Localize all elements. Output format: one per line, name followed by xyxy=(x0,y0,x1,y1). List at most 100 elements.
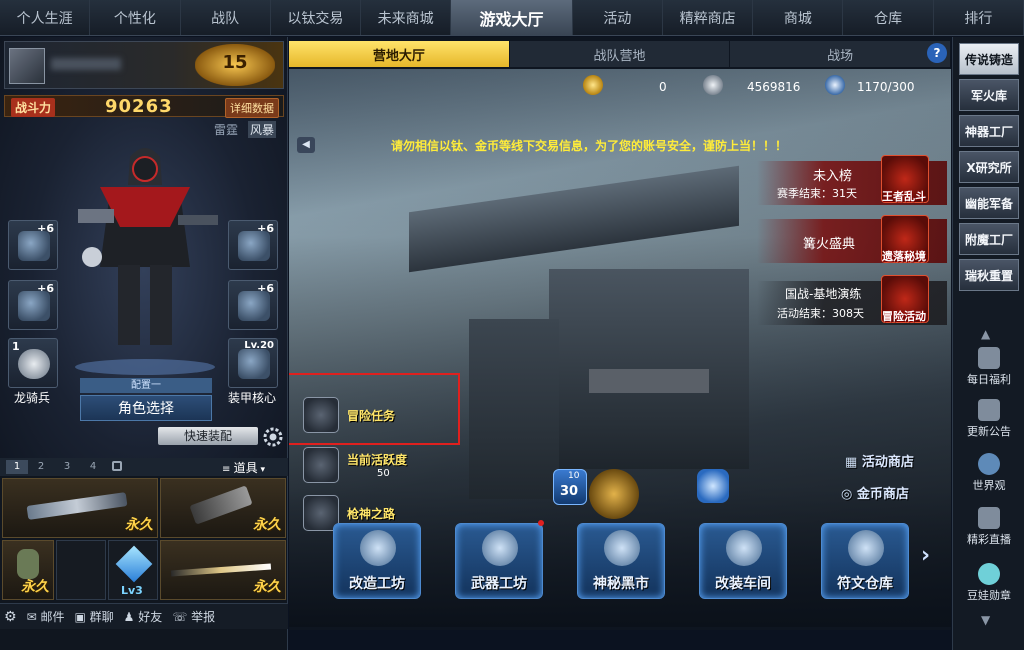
douwa-medal-button[interactable]: 豆娃勋章 xyxy=(959,559,1019,617)
chat-icon: ▣ xyxy=(74,610,86,624)
side-enchant-factory[interactable]: 附魔工厂 xyxy=(959,223,1019,255)
props-button[interactable]: ≡ 道具 ▾ xyxy=(222,459,265,476)
event-end-time: 活动结束：308天 xyxy=(777,307,864,320)
side-artifact-factory[interactable]: 神器工厂 xyxy=(959,115,1019,147)
side-legend-forge[interactable]: 传说铸造 xyxy=(959,43,1019,75)
tool-weapon-workshop[interactable]: 武器工坊 xyxy=(455,520,544,599)
player-info-bar[interactable]: 15 xyxy=(4,41,284,89)
friends-icon: ♟ xyxy=(123,610,135,624)
equip-slot-vest[interactable]: +6 xyxy=(8,220,58,270)
gold-shop-button[interactable]: ◎ 金币商店 xyxy=(841,483,909,502)
group-chat-button[interactable]: ▣ 群聊 xyxy=(74,608,113,625)
nav-tab-trade[interactable]: 以钛交易 xyxy=(271,0,361,35)
social-bar: ⚙ ✉ 邮件 ▣ 群聊 ♟ 好友 ☏ 举报 xyxy=(0,603,288,629)
equip-slot-character[interactable]: 1 xyxy=(8,338,58,388)
gear-icon xyxy=(726,530,762,566)
mode-storm[interactable]: 风暴 xyxy=(248,121,277,138)
item-slot-grenade[interactable]: 永久 xyxy=(2,540,54,600)
side-phantom-armament[interactable]: 幽能军备 xyxy=(959,187,1019,219)
nav-tab-events[interactable]: 活动 xyxy=(573,0,663,35)
weapon-slot-primary[interactable]: 永久 xyxy=(2,478,158,538)
event-bonfire[interactable]: 篝火盛典 遗落秘境 xyxy=(757,215,947,263)
tool-black-market[interactable]: 神秘黑市 xyxy=(577,523,665,599)
nav-tab-career[interactable]: 个人生涯 xyxy=(0,0,91,35)
equip-slot-armor-core[interactable]: Lv.20 xyxy=(228,338,278,388)
energy-value: 1170/300 xyxy=(857,80,915,94)
character-select-button[interactable]: 角色选择 xyxy=(80,395,212,421)
side-x-lab[interactable]: X研究所 xyxy=(959,151,1019,183)
nav-tab-mall[interactable]: 商城 xyxy=(753,0,844,35)
tool-rune-warehouse[interactable]: 符文仓库 xyxy=(821,523,909,599)
help-button[interactable]: ? xyxy=(927,43,947,63)
subtab-battlefield[interactable]: 战场 xyxy=(730,41,952,67)
live-stream-button[interactable]: 精彩直播 xyxy=(959,503,1019,561)
event-national-war: 国战-基地演练 xyxy=(785,287,862,301)
weapon-slot-melee[interactable]: 永久 xyxy=(160,540,286,600)
world-view-button[interactable]: 世界观 xyxy=(959,449,1019,507)
side-armory[interactable]: 军火库 xyxy=(959,79,1019,111)
side-rachel-reset[interactable]: 瑞秋重置 xyxy=(959,259,1019,291)
lock-icon[interactable] xyxy=(112,461,122,471)
coins-icon: ◎ xyxy=(841,487,857,502)
mail-button[interactable]: ✉ 邮件 xyxy=(27,608,65,625)
rune-icon xyxy=(848,530,884,566)
update-notice-button[interactable]: 更新公告 xyxy=(959,395,1019,453)
equip-slot-gloves[interactable]: +6 xyxy=(8,280,58,330)
tool-refit-garage[interactable]: 改装车间 xyxy=(699,523,787,599)
gift-icon xyxy=(978,347,1000,369)
highlight-box xyxy=(289,373,460,445)
reward-badge-icon[interactable] xyxy=(697,469,729,503)
eagle-icon[interactable]: 冒险活动 xyxy=(881,275,929,323)
nav-tab-team[interactable]: 战队 xyxy=(181,0,271,35)
crown-icon[interactable]: 王者乱斗 xyxy=(881,155,929,203)
inventory-tab-2[interactable]: 2 xyxy=(30,460,52,474)
equip-slot-goggles[interactable]: +6 xyxy=(228,220,278,270)
nav-tab-warehouse[interactable]: 仓库 xyxy=(843,0,934,35)
lobby-emblem[interactable] xyxy=(589,469,639,519)
equip-slot-module[interactable]: +6 xyxy=(228,280,278,330)
compass-icon[interactable]: 遗落秘境 xyxy=(881,215,929,263)
nav-tab-lobby[interactable]: 游戏大厅 xyxy=(451,0,573,35)
energy-icon xyxy=(825,75,845,95)
inventory-tab-3[interactable]: 3 xyxy=(56,460,78,474)
nav-tab-personalize[interactable]: 个性化 xyxy=(90,0,181,35)
security-notice: 请勿相信以钛、金币等线下交易信息，为了您的账号安全，谨防上当！！！ xyxy=(391,139,788,153)
event-rank-status: 未入榜 xyxy=(813,169,853,184)
silver-coin-value: 4569816 xyxy=(747,80,801,94)
config-selector[interactable]: 配置一 xyxy=(80,378,212,393)
silver-coin-icon xyxy=(703,75,723,95)
quick-equip-button[interactable]: 快速装配 xyxy=(158,427,258,445)
avatar[interactable] xyxy=(9,48,45,84)
inventory-tab-1[interactable]: 1 xyxy=(6,460,28,474)
weapon-slot-secondary[interactable]: 永久 xyxy=(160,478,286,538)
speaker-icon[interactable]: ◀ xyxy=(297,137,315,153)
report-button[interactable]: ☏ 举报 xyxy=(172,608,215,625)
subtab-camp-hall[interactable]: 营地大厅 xyxy=(289,41,510,67)
item-slot-empty[interactable] xyxy=(56,540,106,600)
event-adventure[interactable]: 国战-基地演练 活动结束：308天 冒险活动 xyxy=(757,275,947,325)
activity-value: 50 xyxy=(377,468,390,479)
item-slot-crystal[interactable]: Lv3 xyxy=(108,540,158,600)
event-king-brawl[interactable]: 未入榜 赛季结束：31天 王者乱斗 xyxy=(757,155,947,205)
settings-icon[interactable]: ⚙ xyxy=(4,609,17,625)
daily-sign-badge[interactable]: 10 30 xyxy=(553,469,587,505)
scroll-up-icon[interactable]: ▲ xyxy=(981,327,990,341)
rifle-icon xyxy=(482,530,518,566)
inventory-tab-4[interactable]: 4 xyxy=(82,460,104,474)
quest-activity[interactable]: 当前活跃度 50 xyxy=(303,447,463,483)
activity-shop-button[interactable]: ▦ 活动商店 xyxy=(845,451,914,470)
scroll-down-icon[interactable]: ▼ xyxy=(981,613,990,627)
nav-tab-essence-shop[interactable]: 精粹商店 xyxy=(663,0,754,35)
tool-modify-workshop[interactable]: 改造工坊 xyxy=(333,523,421,599)
nav-tab-ranking[interactable]: 排行 xyxy=(934,0,1024,35)
nav-tab-future-mall[interactable]: 未来商城 xyxy=(361,0,452,35)
chevron-right-icon[interactable]: › xyxy=(921,543,930,568)
gear-icon[interactable] xyxy=(262,426,284,448)
friends-button[interactable]: ♟ 好友 xyxy=(124,608,163,625)
mode-thunder[interactable]: 雷霆 xyxy=(214,121,238,138)
notice-icon xyxy=(978,399,1000,421)
subtab-team-camp[interactable]: 战队营地 xyxy=(509,41,731,67)
daily-welfare-button[interactable]: 每日福利 xyxy=(959,343,1019,401)
vest-icon xyxy=(360,530,396,566)
detail-data-button[interactable]: 详细数据 xyxy=(225,98,279,118)
